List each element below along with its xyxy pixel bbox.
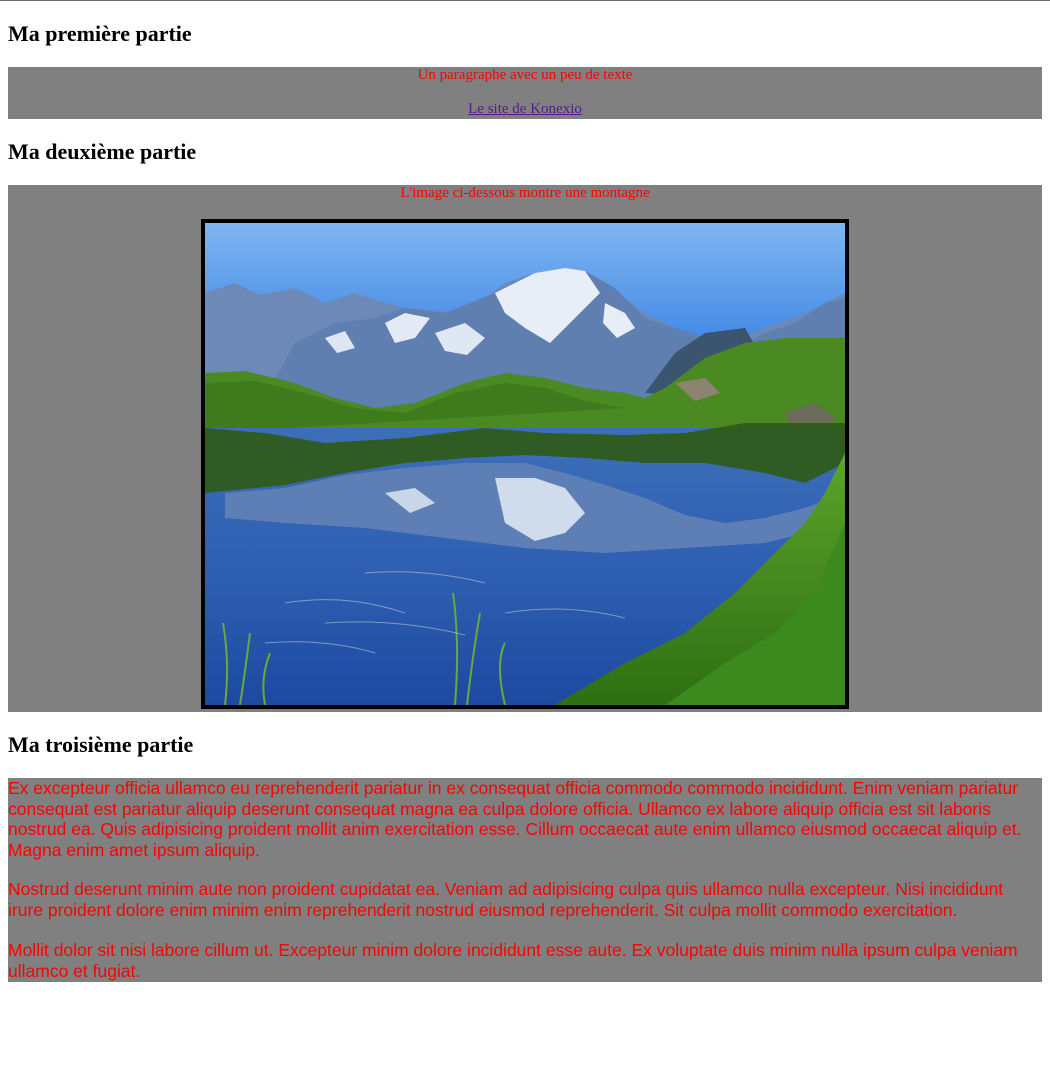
section-3-heading: Ma troisième partie [8,732,194,757]
section-2-box: L'image ci-dessous montre une montagne [8,185,1042,712]
mountain-image [201,219,849,709]
konexio-link[interactable]: Le site de Konexio [8,101,1042,118]
lorem-paragraph-1: Ex excepteur officia ullamco eu reprehen… [8,778,1022,860]
section-1-paragraph: Un paragraphe avec un peu de texte [417,67,633,83]
lorem-paragraph-3: Mollit dolor sit nisi labore cillum ut. … [8,940,1018,981]
image-caption: L'image ci-dessous montre une montagne [400,185,650,201]
section-3-box: Ex excepteur officia ullamco eu reprehen… [8,778,1042,982]
lorem-paragraph-2: Nostrud deserunt minim aute non proident… [8,879,1004,920]
page-body: Ma première partie Un paragraphe avec un… [0,1,1050,982]
section-1-box: Un paragraphe avec un peu de texte Le si… [8,67,1042,119]
section-1-heading: Ma première partie [8,21,192,46]
section-2-heading: Ma deuxième partie [8,139,197,164]
